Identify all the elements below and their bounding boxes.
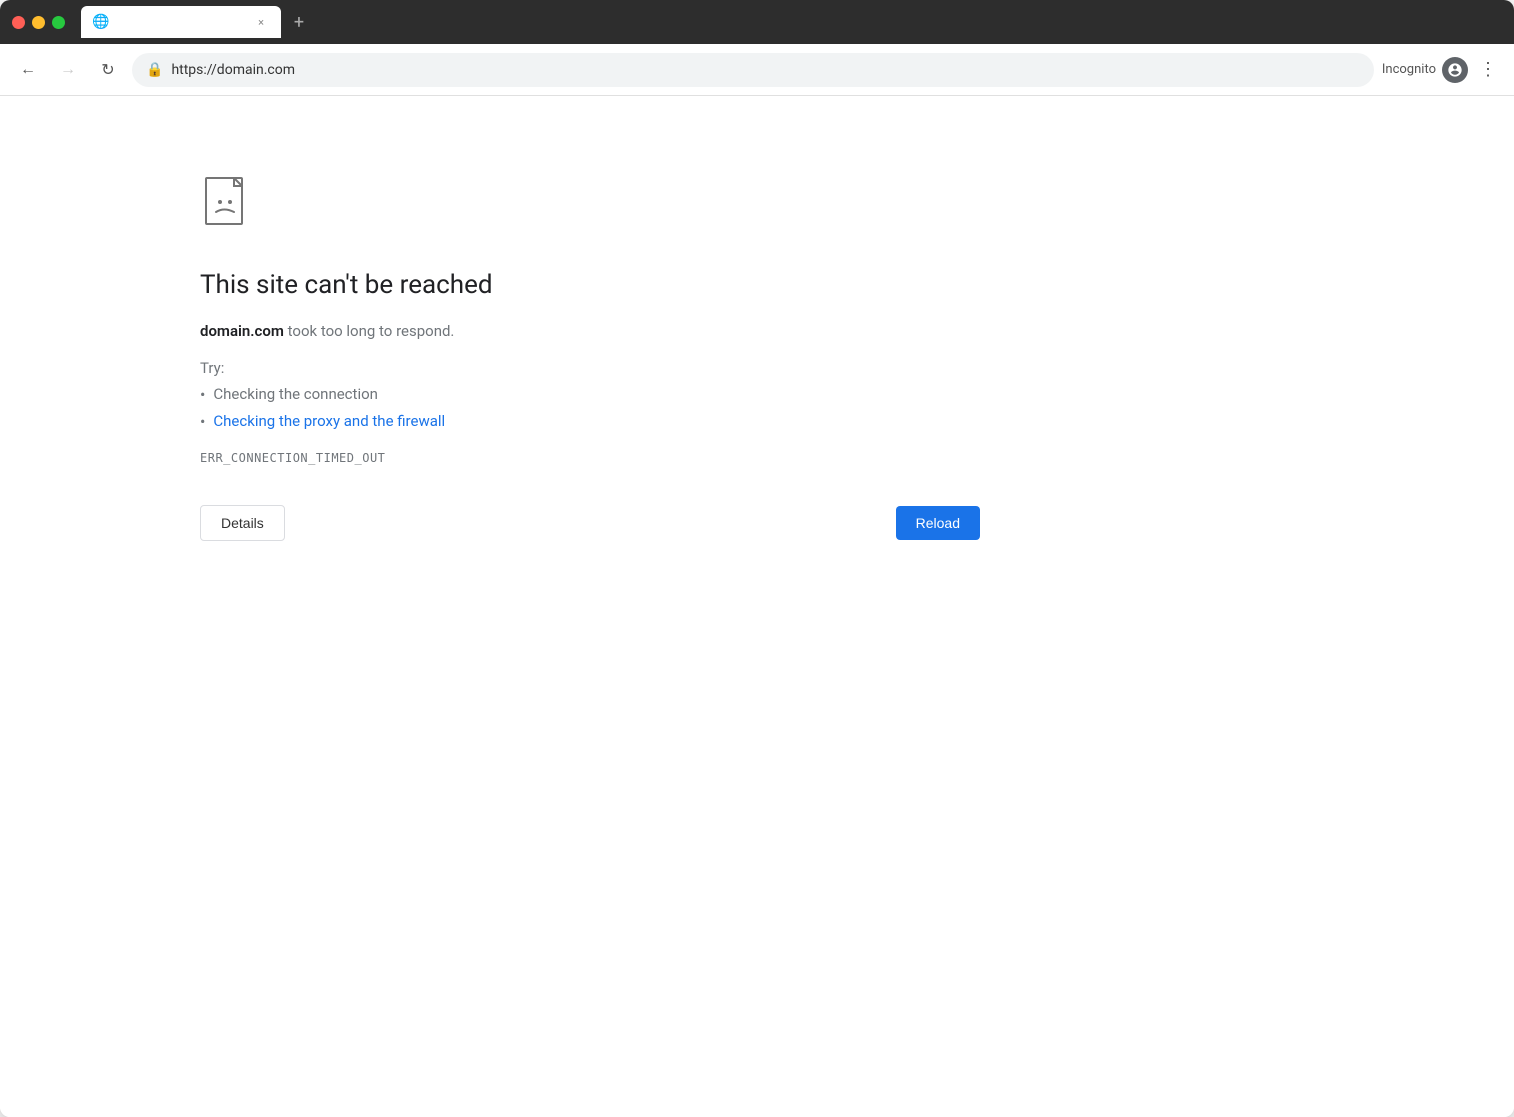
- error-domain: domain.com: [200, 322, 284, 340]
- maximize-button[interactable]: [52, 16, 65, 29]
- minimize-button[interactable]: [32, 16, 45, 29]
- error-title: This site can't be reached: [200, 270, 800, 300]
- error-description: domain.com took too long to respond.: [200, 320, 800, 343]
- suggestion-item-connection: Checking the connection: [200, 385, 800, 404]
- nav-right: Incognito ⋮: [1382, 56, 1502, 84]
- forward-button[interactable]: →: [52, 54, 84, 86]
- suggestion-proxy-link[interactable]: Checking the proxy and the firewall: [213, 412, 445, 430]
- suggestion-item-proxy[interactable]: Checking the proxy and the firewall: [200, 412, 800, 431]
- active-tab[interactable]: 🌐 ×: [81, 6, 281, 38]
- error-code: ERR_CONNECTION_TIMED_OUT: [200, 451, 800, 465]
- new-tab-button[interactable]: +: [285, 8, 313, 36]
- close-button[interactable]: [12, 16, 25, 29]
- suggestion-connection-text: Checking the connection: [213, 385, 378, 403]
- browser-frame: 🌐 × + ← → ↻ 🔒 https://domain.com Incogni…: [0, 0, 1514, 1117]
- reload-button[interactable]: Reload: [896, 506, 980, 540]
- title-bar: 🌐 × +: [0, 0, 1514, 44]
- address-bar[interactable]: 🔒 https://domain.com: [132, 53, 1374, 87]
- nav-bar: ← → ↻ 🔒 https://domain.com Incognito ⋮: [0, 44, 1514, 96]
- page-content: This site can't be reached domain.com to…: [0, 96, 1514, 1117]
- try-label: Try:: [200, 359, 800, 377]
- tab-close-button[interactable]: ×: [253, 14, 269, 30]
- lock-icon: 🔒: [146, 62, 163, 78]
- url-display: https://domain.com: [171, 62, 295, 78]
- traffic-lights: [12, 16, 65, 29]
- browser-menu-button[interactable]: ⋮: [1474, 56, 1502, 84]
- error-icon: [200, 176, 260, 236]
- incognito-label: Incognito: [1382, 62, 1436, 77]
- back-button[interactable]: ←: [12, 54, 44, 86]
- button-row: Details Reload: [200, 505, 980, 541]
- error-container: This site can't be reached domain.com to…: [200, 176, 800, 541]
- suggestion-list: Checking the connection Checking the pro…: [200, 385, 800, 431]
- details-button[interactable]: Details: [200, 505, 285, 541]
- tab-bar: 🌐 × +: [81, 6, 1502, 38]
- error-description-rest: took too long to respond.: [284, 322, 455, 340]
- incognito-icon: [1442, 57, 1468, 83]
- tab-favicon-icon: 🌐: [93, 14, 109, 30]
- reload-nav-button[interactable]: ↻: [92, 54, 124, 86]
